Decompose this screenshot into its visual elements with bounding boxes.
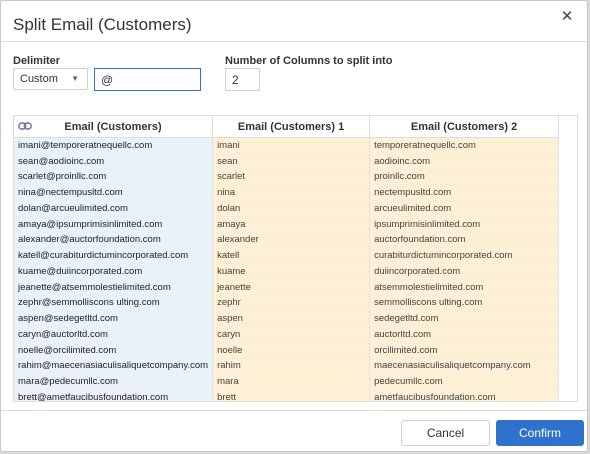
cell-email-part-1: zephr (212, 295, 371, 312)
chevron-down-icon: ▼ (71, 74, 79, 83)
cell-email-part-1: aspen (212, 310, 371, 327)
cell-email-part-2: nectempusltd.com (369, 184, 560, 201)
split-preview-table: Email (Customers) Email (Customers) 1 Em… (13, 115, 578, 402)
cell-email-part-2: curabiturdictumincorporated.com (369, 247, 560, 264)
cell-email-part-1: sean (212, 153, 371, 170)
table-row: alexander@auctorfoundation.com alexander a… (14, 232, 560, 249)
link-icon (18, 122, 32, 130)
cell-email-part-2: proinllc.com (369, 169, 560, 186)
cell-email-part-2: ametfaucibusfoundation.com (369, 389, 560, 401)
table-row: imani@temporeratnequellc.com imani tempore… (14, 137, 560, 154)
cell-email: scarlet@proinllc.com (14, 169, 214, 186)
cell-email-part-2: aodioinc.com (369, 153, 560, 170)
cancel-button[interactable]: Cancel (401, 420, 490, 446)
table-row: nina@nectempusltd.com nina nectempusltd.co… (14, 184, 560, 201)
table-row: rahim@maecenasiaculisaliquetcompany.com r… (14, 358, 560, 375)
cell-email-part-2: maecenasiaculisaliquetcompany.com (369, 358, 560, 375)
cell-email-part-1: brett (212, 389, 371, 401)
cell-email: rahim@maecenasiaculisaliquetcompany.com (14, 358, 214, 375)
cell-email-part-2: pedecumllc.com (369, 373, 560, 390)
table-row: caryn@auctorltd.com caryn auctorltd.com (14, 326, 560, 343)
header-divider (1, 41, 587, 42)
cell-email: noelle@orcilimited.com (14, 342, 214, 359)
delimiter-input[interactable] (94, 68, 201, 91)
cell-email-part-2: ipsumprimisinlimited.com (369, 216, 560, 233)
cell-email-part-2: arcueulimited.com (369, 200, 560, 217)
cell-email-part-2: duiincorporated.com (369, 263, 560, 280)
cell-email-part-1: amaya (212, 216, 371, 233)
cell-email-part-1: scarlet (212, 169, 371, 186)
table-row: katell@curabiturdictumincorporated.com ka… (14, 247, 560, 264)
cell-email-part-2: auctorfoundation.com (369, 232, 560, 249)
table-row: sean@aodioinc.com sean aodioinc.com (14, 153, 560, 170)
cell-email: kuame@duiincorporated.com (14, 263, 214, 280)
cell-email-part-1: imani (212, 137, 371, 154)
cell-email-part-1: nina (212, 184, 371, 201)
table-row: amaya@ipsumprimisinlimited.com amaya ipsum… (14, 216, 560, 233)
cell-email-part-1: caryn (212, 326, 371, 343)
table-row: jeanette@atsemmolestielimited.com jeanett… (14, 279, 560, 296)
cell-email: aspen@sedegetltd.com (14, 310, 214, 327)
columns-count-input[interactable] (225, 68, 260, 91)
cell-email-part-1: kuame (212, 263, 371, 280)
delimiter-label: Delimiter (13, 55, 61, 67)
cell-email-part-2: sedegetltd.com (369, 310, 560, 327)
cell-email: nina@nectempusltd.com (14, 184, 214, 201)
cell-email-part-1: jeanette (212, 279, 371, 296)
cell-email-part-1: dolan (212, 200, 371, 217)
cell-email: alexander@auctorfoundation.com (14, 232, 214, 249)
cell-email-part-2: atsemmolestielimited.com (369, 279, 560, 296)
split-email-dialog: Split Email (Customers) ✕ Delimiter Cust… (0, 0, 588, 452)
delimiter-select[interactable]: Custom ▼ (13, 68, 88, 90)
cell-email: zephr@semmolliscons ulting.com (14, 295, 214, 312)
cell-email: dolan@arcueulimited.com (14, 200, 214, 217)
column-header-split-2: Email (Customers) 2 (369, 116, 560, 138)
cell-email: brett@ametfaucibusfoundation.com (14, 389, 214, 401)
table-row: dolan@arcueulimited.com dolan arcueulimite… (14, 200, 560, 217)
cell-email-part-1: mara (212, 373, 371, 390)
cell-email-part-2: auctorltd.com (369, 326, 560, 343)
table-row: brett@ametfaucibusfoundation.com brett ame… (14, 389, 560, 401)
cell-email-part-1: alexander (212, 232, 371, 249)
cell-email-part-2: orcilimited.com (369, 342, 560, 359)
table-row: noelle@orcilimited.com noelle orcilimited.… (14, 342, 560, 359)
column-header-label: Email (Customers) (64, 120, 162, 133)
cell-email: katell@curabiturdictumincorporated.com (14, 247, 214, 264)
cell-email: sean@aodioinc.com (14, 153, 214, 170)
close-icon[interactable]: ✕ (559, 9, 575, 25)
delimiter-select-value: Custom (20, 73, 58, 85)
cell-email-part-1: rahim (212, 358, 371, 375)
cell-email-part-2: semmolliscons ulting.com (369, 295, 560, 312)
dialog-title: Split Email (Customers) (13, 15, 192, 34)
table-row: zephr@semmolliscons ulting.com zephr semmo… (14, 295, 560, 312)
table-row: scarlet@proinllc.com scarlet proinllc.com (14, 169, 560, 186)
confirm-button[interactable]: Confirm (496, 420, 584, 446)
table-row: aspen@sedegetltd.com aspen sedegetltd.com (14, 310, 560, 327)
cell-email-part-2: temporeratnequellc.com (369, 137, 560, 154)
cell-email: amaya@ipsumprimisinlimited.com (14, 216, 214, 233)
cell-email: mara@pedecumllc.com (14, 373, 214, 390)
cell-email: imani@temporeratnequellc.com (14, 137, 214, 154)
table-row: kuame@duiincorporated.com kuame duiincorpo… (14, 263, 560, 280)
table-header-row: Email (Customers) Email (Customers) 1 Em… (14, 116, 560, 138)
column-header-original: Email (Customers) (14, 116, 214, 138)
cell-email: caryn@auctorltd.com (14, 326, 214, 343)
cell-email-part-1: noelle (212, 342, 371, 359)
column-header-split-1: Email (Customers) 1 (212, 116, 371, 138)
footer-divider (1, 410, 587, 411)
table-row: mara@pedecumllc.com mara pedecumllc.com (14, 373, 560, 390)
cell-email-part-1: katell (212, 247, 371, 264)
cell-email: jeanette@atsemmolestielimited.com (14, 279, 214, 296)
columns-label: Number of Columns to split into (225, 55, 393, 67)
